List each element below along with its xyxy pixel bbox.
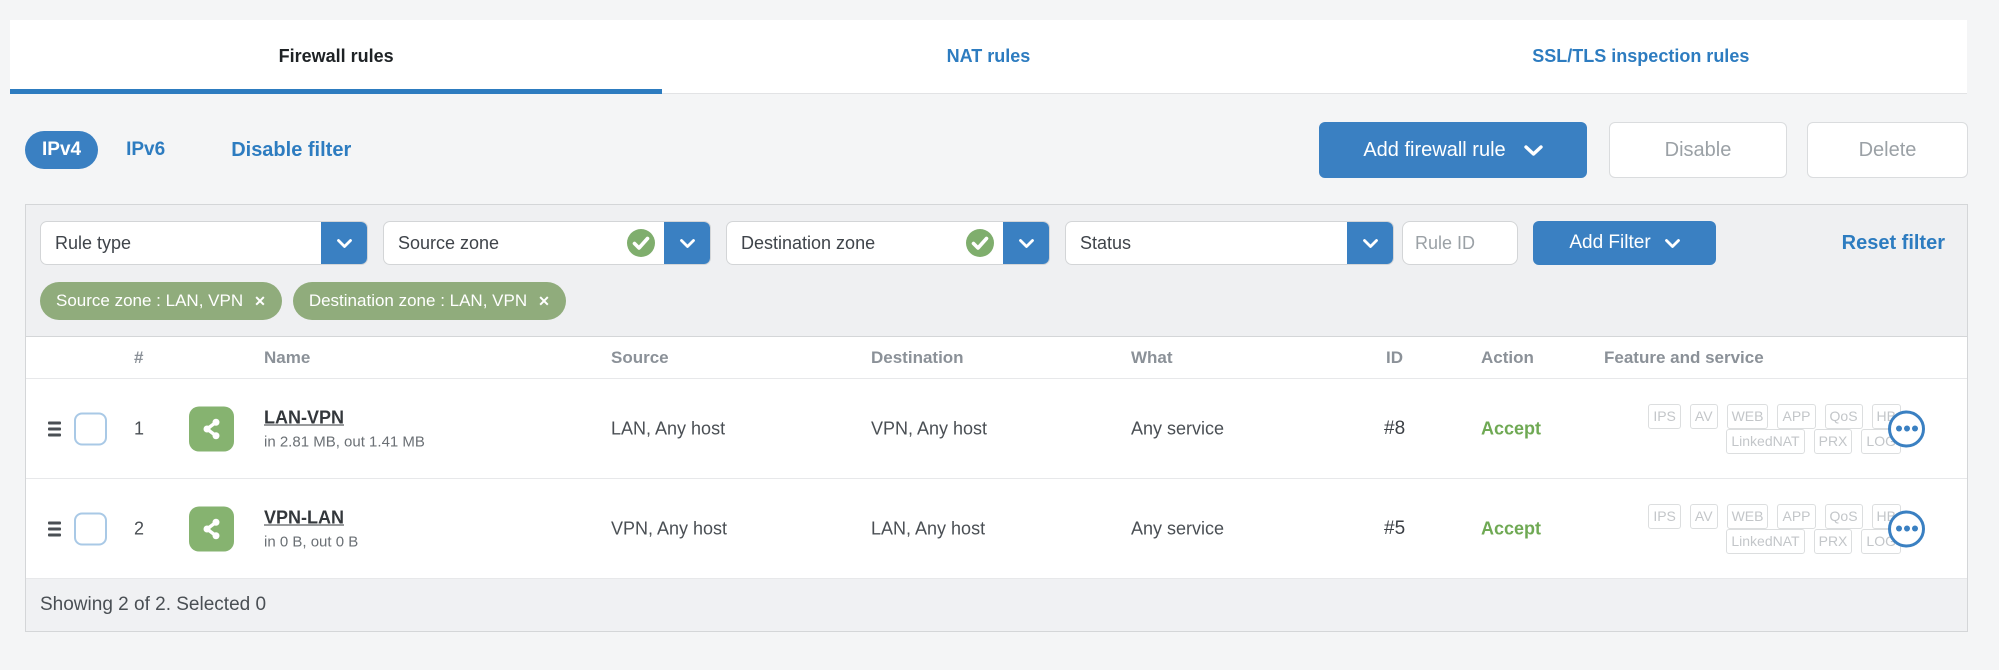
chevron-down-icon[interactable] — [664, 222, 710, 264]
header-destination: Destination — [871, 347, 964, 367]
feature-badge: AV — [1689, 403, 1718, 429]
add-firewall-rule-label: Add firewall rule — [1363, 138, 1506, 161]
rule-traffic-stats: in 0 B, out 0 B — [264, 533, 359, 550]
header-source: Source — [611, 347, 669, 367]
feature-badge: APP — [1777, 503, 1816, 529]
header-number: # — [134, 347, 144, 367]
rule-name-link[interactable]: LAN-VPN — [264, 407, 425, 428]
rule-source: VPN, Any host — [611, 518, 728, 538]
destination-zone-dropdown[interactable]: Destination zone — [726, 221, 1050, 265]
rule-name-block: VPN-LAN in 0 B, out 0 B — [264, 507, 358, 550]
feature-badge: QoS — [1824, 403, 1863, 429]
rule-tabs: Firewall rules NAT rules SSL/TLS inspect… — [10, 20, 1967, 94]
table-header: # Name Source Destination What ID Action… — [26, 337, 1967, 379]
feature-badge: APP — [1777, 403, 1816, 429]
row-menu-ellipsis-button[interactable] — [1888, 510, 1925, 547]
rule-type-dropdown[interactable]: Rule type — [40, 221, 368, 265]
row-checkbox[interactable] — [74, 412, 107, 445]
rule-source: LAN, Any host — [611, 418, 726, 438]
rule-traffic-stats: in 2.81 MB, out 1.41 MB — [264, 433, 425, 450]
rule-name-block: LAN-VPN in 2.81 MB, out 1.41 MB — [264, 407, 425, 450]
active-filter-chips: Source zone : LAN, VPN ✕ Destination zon… — [40, 282, 1953, 320]
filter-area: Rule type Source zone Destination zone S… — [26, 205, 1967, 337]
rule-what: Any service — [1131, 518, 1225, 538]
delete-button[interactable]: Delete — [1807, 122, 1968, 178]
ipv6-toggle[interactable]: IPv6 — [126, 139, 165, 161]
ipv4-toggle[interactable]: IPv4 — [25, 131, 99, 169]
drag-handle-icon[interactable] — [44, 417, 65, 440]
feature-badge: WEB — [1726, 403, 1769, 429]
add-filter-button[interactable]: Add Filter — [1533, 221, 1716, 265]
source-zone-dropdown[interactable]: Source zone — [383, 221, 711, 265]
toolbar: IPv4 IPv6 Disable filter Add firewall ru… — [25, 122, 1968, 178]
table-row: 1 LAN-VPN in 2.81 MB, out 1.41 MB LAN, A… — [26, 379, 1967, 479]
status-label: Status — [1080, 232, 1132, 253]
chevron-down-icon — [1523, 144, 1543, 156]
rule-destination: VPN, Any host — [871, 418, 988, 438]
header-name: Name — [264, 347, 311, 367]
chip-label: Source zone : LAN, VPN — [56, 291, 244, 310]
rule-type-label: Rule type — [55, 232, 132, 253]
firewall-rules-panel: Rule type Source zone Destination zone S… — [25, 204, 1968, 632]
header-id: ID — [1386, 347, 1403, 367]
disable-button[interactable]: Disable — [1609, 122, 1787, 178]
close-icon[interactable]: ✕ — [538, 293, 550, 310]
feature-badge: LinkedNAT — [1726, 428, 1805, 454]
feature-badge: WEB — [1726, 503, 1769, 529]
feature-badge: QoS — [1824, 503, 1863, 529]
rule-action: Accept — [1481, 418, 1542, 438]
reset-filter-link[interactable]: Reset filter — [1842, 232, 1953, 255]
chevron-down-icon — [1664, 238, 1680, 248]
source-zone-label: Source zone — [398, 232, 500, 253]
filter-applied-check-icon — [626, 228, 656, 258]
rule-name-link[interactable]: VPN-LAN — [264, 507, 358, 528]
source-zone-filter-chip[interactable]: Source zone : LAN, VPN ✕ — [40, 282, 282, 320]
chip-label: Destination zone : LAN, VPN — [308, 291, 528, 310]
row-menu-ellipsis-button[interactable] — [1888, 410, 1925, 447]
rule-id: #8 — [1384, 417, 1406, 439]
showing-summary: Showing 2 of 2. Selected 0 — [40, 594, 267, 615]
rule-position: 1 — [134, 418, 145, 438]
rule-destination: LAN, Any host — [871, 518, 986, 538]
feature-badge: IPS — [1648, 503, 1681, 529]
status-dropdown[interactable]: Status — [1065, 221, 1394, 265]
disable-filter-link[interactable]: Disable filter — [231, 139, 351, 162]
header-action: Action — [1481, 347, 1534, 367]
rule-what: Any service — [1131, 418, 1225, 438]
destination-zone-filter-chip[interactable]: Destination zone : LAN, VPN ✕ — [292, 282, 566, 320]
header-what: What — [1131, 347, 1173, 367]
row-checkbox[interactable] — [74, 512, 107, 545]
drag-handle-icon[interactable] — [44, 517, 65, 540]
feature-badge: PRX — [1813, 428, 1853, 454]
rule-id: #5 — [1384, 517, 1406, 539]
destination-zone-label: Destination zone — [741, 232, 876, 253]
close-icon[interactable]: ✕ — [254, 293, 266, 310]
rule-position: 2 — [134, 518, 145, 538]
chevron-down-icon[interactable] — [1003, 222, 1049, 264]
add-firewall-rule-button[interactable]: Add firewall rule — [1319, 122, 1587, 178]
chevron-down-icon[interactable] — [1347, 222, 1393, 264]
chevron-down-icon[interactable] — [321, 222, 367, 264]
traffic-share-icon — [189, 406, 234, 451]
feature-badge: LinkedNAT — [1726, 528, 1805, 554]
header-feature-and-service: Feature and service — [1604, 347, 1764, 367]
traffic-share-icon — [189, 506, 234, 551]
tab-firewall-rules[interactable]: Firewall rules — [10, 20, 663, 94]
rule-id-input[interactable] — [1402, 221, 1518, 265]
table-row: 2 VPN-LAN in 0 B, out 0 B VPN, Any host … — [26, 479, 1967, 579]
feature-badges: IPS AV WEB APP QoS HB LinkedNAT PRX LOG — [1556, 403, 1901, 454]
feature-badge: IPS — [1648, 403, 1681, 429]
add-filter-label: Add Filter — [1569, 232, 1651, 253]
filter-applied-check-icon — [965, 228, 995, 258]
feature-badge: AV — [1689, 503, 1718, 529]
table-footer: Showing 2 of 2. Selected 0 — [26, 579, 1967, 631]
filter-controls: Rule type Source zone Destination zone S… — [40, 221, 1953, 265]
tab-nat-rules[interactable]: NAT rules — [662, 20, 1314, 93]
feature-badge: PRX — [1813, 528, 1853, 554]
rule-action: Accept — [1481, 518, 1542, 538]
tab-ssl-tls-inspection-rules[interactable]: SSL/TLS inspection rules — [1315, 20, 1967, 93]
feature-badges: IPS AV WEB APP QoS HB LinkedNAT PRX LOG — [1556, 503, 1901, 554]
